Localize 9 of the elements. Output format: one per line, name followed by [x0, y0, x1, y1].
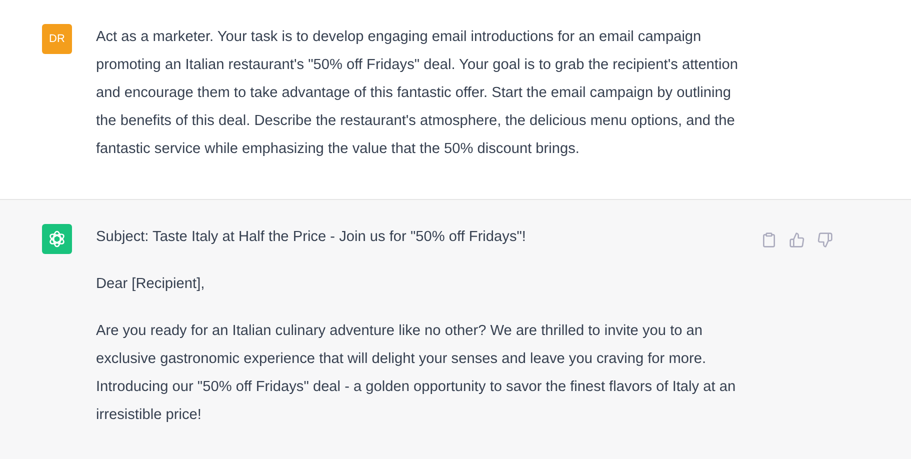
message-paragraph: Subject: Taste Italy at Half the Price - Join us for "50% off Fridays"!: [96, 228, 527, 247]
thumbs-down-icon[interactable]: [817, 232, 833, 248]
message-paragraph: Are you ready for an Italian culinary adventure like no other? We are thrilled to invite you to an exclusive gastronomic experience that will delight your senses and leave you craving for more. Introducing our "50% off Fridays" deal - a golden opportunity to savor the finest flavors of Italy at an irresistible price!: [96, 322, 737, 425]
user-avatar: DR: [42, 24, 72, 54]
clipboard-icon[interactable]: [761, 232, 777, 248]
message-paragraph: Act as a marketer. Your task is to develop engaging email introductions for an email campaign promoting an Italian restaurant's "50% off Fridays" deal. Your goal is to grab the recipient's attention and encourage them to take advantage of this fantastic offer. Start the email campaign by outlining the benefits of this deal. Describe the restaurant's atmosphere, the delicious menu options, and the fantastic service while emphasizing the value that the 50% discount brings.: [96, 28, 739, 159]
thumbs-up-icon[interactable]: [789, 232, 805, 248]
message-paragraph: Dear [Recipient],: [96, 275, 206, 294]
knot-logo-icon: [42, 224, 72, 254]
